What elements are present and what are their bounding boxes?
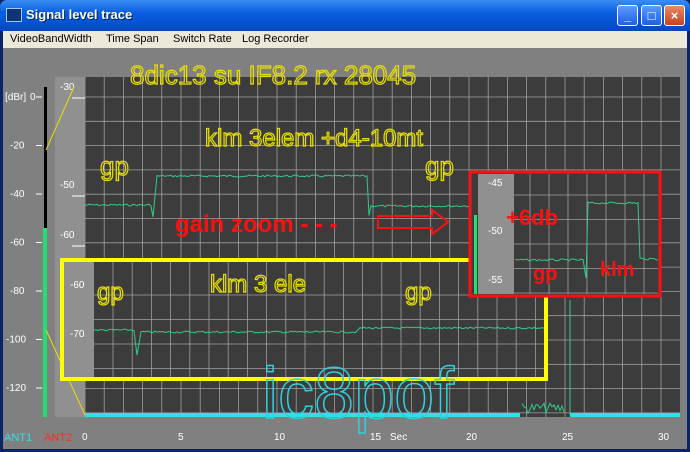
window-body: VideoBandWidth Time Span Switch Rate Log… — [3, 31, 687, 449]
x-axis-tick: 25 — [562, 432, 574, 443]
menu-bar: VideoBandWidth Time Span Switch Rate Log… — [3, 31, 687, 48]
app-icon — [6, 8, 22, 22]
annotation-zoom-gp: gp — [533, 263, 557, 285]
inner-scale-tick: -50 — [60, 180, 75, 191]
x-axis-tick: 30 — [658, 432, 670, 443]
annotation-overlay-gp-right: gp — [405, 279, 432, 306]
menu-videobandwidth[interactable]: VideoBandWidth — [10, 33, 92, 45]
minimize-button[interactable]: _ — [617, 5, 638, 26]
watermark: ic8pof — [262, 354, 455, 434]
outer-scale-tick: -100 — [6, 335, 26, 346]
outer-scale: [dBr] 0 -20 -40 -60 -80 -100 -120 — [5, 92, 42, 394]
title-bar: Signal level trace _ □ × — [0, 0, 690, 31]
zoom-tick: -55 — [488, 275, 503, 286]
outer-scale-tick: -80 — [10, 286, 25, 297]
outer-scale-tick: -120 — [6, 383, 26, 394]
overlay-tick: -70 — [70, 329, 85, 340]
zoom-level-bar — [474, 215, 477, 294]
x-axis-tick: 0 — [82, 432, 88, 443]
ant1-level-bar — [43, 228, 47, 417]
inner-scale-tick: -30 — [60, 82, 75, 93]
annotation-header: 8dic13 su IF8.2 rx 28045 — [130, 60, 416, 90]
maximize-button[interactable]: □ — [641, 5, 662, 26]
outer-scale-tick: -20 — [10, 141, 25, 152]
annotation-gain-zoom: gain zoom - - - — [175, 211, 338, 238]
window-title: Signal level trace — [26, 7, 133, 22]
outer-scale-tick: -40 — [10, 189, 25, 200]
signal-plot: [dBr] 0-20-40-60-80-100-120 -30-50-60 Se… — [4, 59, 680, 444]
outer-scale-unit: [dBr] — [5, 92, 26, 103]
menu-log-recorder[interactable]: Log Recorder — [242, 33, 309, 45]
legend-ant2: ANT2 — [44, 432, 72, 444]
annotation-overlay-gp-left: gp — [97, 279, 124, 306]
close-button[interactable]: × — [664, 5, 685, 26]
outer-scale-tick: 0 — [30, 92, 36, 103]
overlay-tick: -60 — [70, 280, 85, 291]
annotation-zoom-gain: +6db — [506, 205, 558, 230]
menu-switch-rate[interactable]: Switch Rate — [173, 33, 232, 45]
annotation-zoom-klm: klm — [600, 259, 634, 281]
outer-scale-tick: -60 — [10, 238, 25, 249]
annotation-overlay-title: klm 3 ele — [210, 271, 306, 298]
inner-scale-tick: -60 — [60, 230, 75, 241]
menu-time-span[interactable]: Time Span — [106, 33, 159, 45]
legend-ant1: ANT1 — [4, 432, 32, 444]
ant2-level-bar — [44, 87, 47, 228]
zoom-tick: -50 — [488, 226, 503, 237]
annotation-gp-right: gp — [425, 151, 454, 181]
annotation-gp-left: gp — [100, 151, 129, 181]
x-axis-tick: 5 — [178, 432, 184, 443]
zoom-tick: -45 — [488, 178, 503, 189]
x-axis-tick: 20 — [466, 432, 478, 443]
annotation-setup: klm 3elem +d4-10mt — [205, 125, 423, 152]
